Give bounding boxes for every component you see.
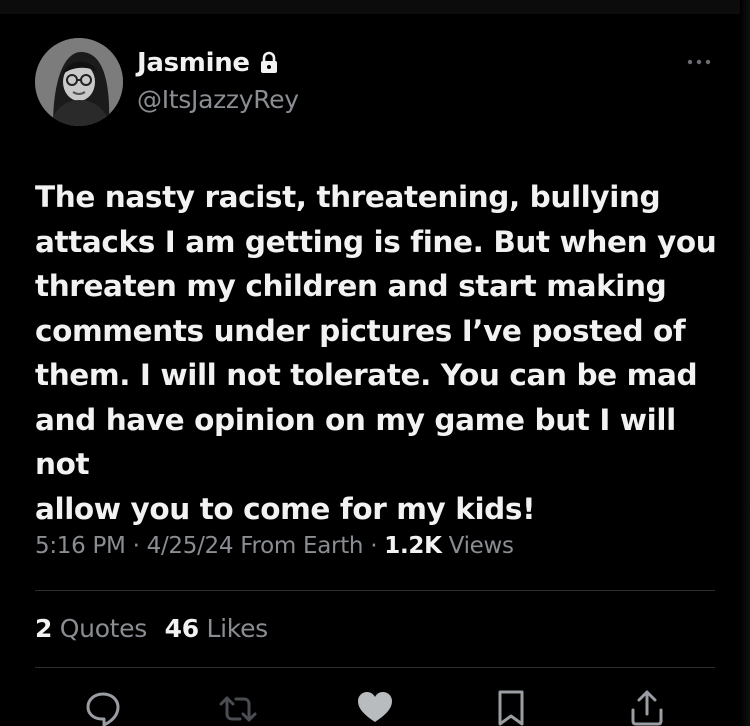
quotes-label: Quotes (59, 614, 148, 643)
author-name-row: Jasmine (137, 48, 280, 78)
quotes-count: 2 (35, 614, 53, 643)
likes-count: 46 (164, 614, 200, 643)
quotes-stat[interactable]: 2 Quotes (35, 614, 147, 643)
tweet-date[interactable]: 4/25/24 (147, 533, 234, 559)
share-icon[interactable] (627, 688, 667, 726)
profile-photo (35, 38, 123, 126)
divider (35, 590, 715, 591)
views-label: Views (448, 533, 514, 559)
likes-stat[interactable]: 46 Likes (164, 614, 269, 643)
tweet-time[interactable]: 5:16 PM (35, 533, 126, 559)
more-dots-icon[interactable] (684, 52, 714, 72)
views-count: 1.2K (384, 533, 442, 559)
right-edge (740, 0, 750, 726)
divider (35, 667, 715, 668)
tweet-text: The nasty racist, threatening, bullying … (35, 180, 717, 526)
top-strip (0, 0, 750, 14)
reply-icon[interactable] (83, 688, 123, 726)
retweet-icon[interactable] (218, 688, 258, 726)
like-heart-icon[interactable] (355, 688, 395, 726)
likes-label: Likes (206, 614, 269, 643)
lock-icon (258, 51, 280, 75)
avatar[interactable] (35, 38, 123, 126)
tweet-stats: 2 Quotes 46 Likes (35, 614, 278, 643)
action-bar (0, 688, 750, 726)
bookmark-icon[interactable] (491, 688, 531, 726)
tweet-meta: 5:16 PM · 4/25/24 From Earth · 1.2K View… (35, 533, 514, 559)
meta-separator: · (125, 533, 147, 559)
author-name[interactable]: Jasmine (137, 48, 250, 78)
meta-separator: · (363, 533, 385, 559)
author-handle[interactable]: @ItsJazzyRey (137, 85, 299, 114)
tweet-source: From Earth (240, 533, 364, 559)
